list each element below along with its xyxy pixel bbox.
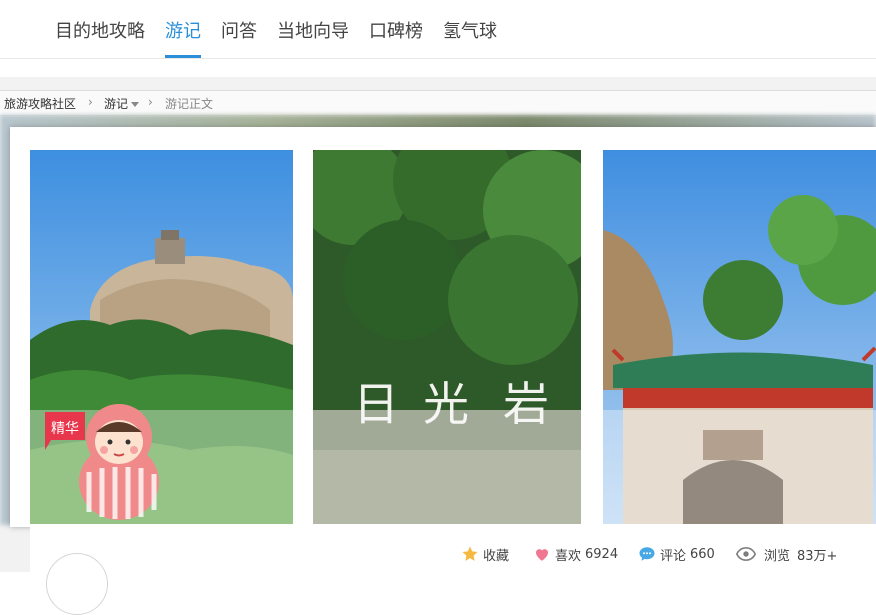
breadcrumb: 旅游攻略社区 › 游记 › 游记正文 xyxy=(0,90,876,116)
nav-item-balloon[interactable]: 氢气球 xyxy=(443,17,497,43)
active-tab-indicator xyxy=(165,55,201,58)
breadcrumb-community[interactable]: 旅游攻略社区 xyxy=(4,95,76,112)
comment-button[interactable]: 评论 660 xyxy=(638,544,715,564)
view-label: 浏览 xyxy=(764,548,791,564)
nav-item-ranking[interactable]: 口碑榜 xyxy=(369,17,423,43)
like-count: 6924 xyxy=(585,546,619,562)
favorite-label: 收藏 xyxy=(483,548,510,564)
nav-item-qa[interactable]: 问答 xyxy=(221,17,257,43)
star-icon xyxy=(462,546,478,561)
comment-count: 660 xyxy=(690,546,715,562)
view-count: 浏览 83万+ xyxy=(736,544,837,564)
chevron-right-icon: › xyxy=(148,95,153,109)
like-button[interactable]: 喜欢 6924 xyxy=(533,544,618,564)
caret-down-icon[interactable] xyxy=(131,102,139,107)
spacer xyxy=(0,59,876,77)
comment-icon xyxy=(639,547,655,561)
view-number: 83万+ xyxy=(797,548,838,564)
author-avatar[interactable] xyxy=(46,553,108,615)
nav-item-travelogue[interactable]: 游记 xyxy=(165,17,201,43)
matryoshka-doll-icon xyxy=(79,404,159,520)
top-navigation: 目的地攻略 游记 问答 当地向导 口碑榜 氢气球 xyxy=(0,0,876,59)
nav-item-local-guide[interactable]: 当地向导 xyxy=(277,17,349,43)
comment-label: 评论 xyxy=(660,548,687,564)
favorite-button[interactable]: 收藏 xyxy=(461,544,509,564)
breadcrumb-current: 游记正文 xyxy=(165,97,214,111)
breadcrumb-travelogue[interactable]: 游记 xyxy=(104,95,128,112)
like-label: 喜欢 xyxy=(555,548,582,564)
chevron-right-icon: › xyxy=(88,95,93,109)
nav-item-destination-guide[interactable]: 目的地攻略 xyxy=(55,17,145,43)
heart-icon xyxy=(536,549,548,561)
eye-icon xyxy=(736,547,756,561)
